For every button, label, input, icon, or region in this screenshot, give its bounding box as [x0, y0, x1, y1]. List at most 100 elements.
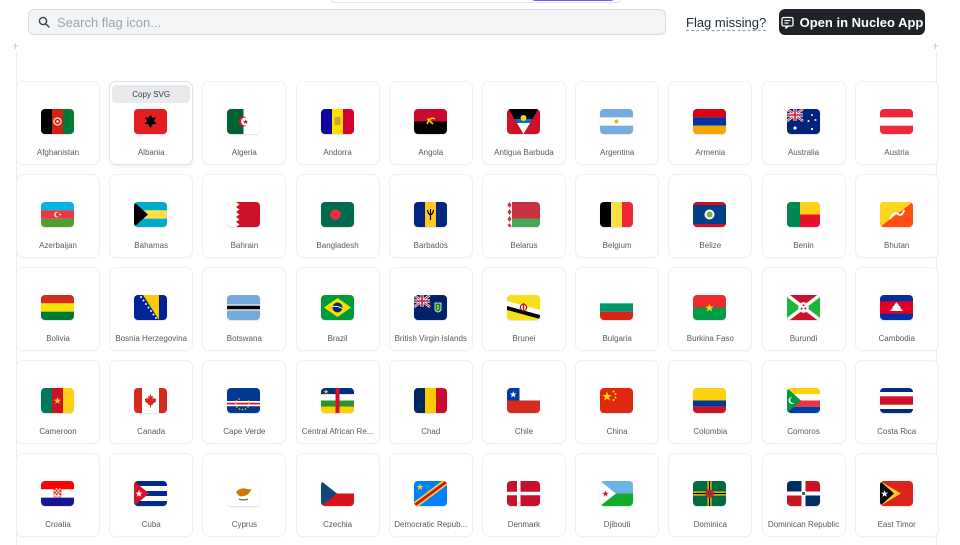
- flag-grid: Afghanistan Copy SVG Albania Algeria Andorra…: [17, 82, 938, 536]
- flag-name: Afghanistan: [36, 148, 80, 157]
- flag-card[interactable]: Botswana: [203, 268, 286, 350]
- flag-name: Belize: [699, 241, 722, 250]
- flag-name: Barbados: [413, 241, 448, 250]
- bangladesh-flag-icon: [320, 202, 354, 227]
- flag-card[interactable]: Denmark: [482, 454, 565, 536]
- croatia-flag-icon: [41, 481, 74, 506]
- flag-card[interactable]: Comoros: [762, 361, 845, 443]
- australia-flag-icon: [786, 109, 820, 134]
- flag-card[interactable]: Dominican Republic: [762, 454, 845, 536]
- flag-name: Djibouti: [603, 520, 631, 529]
- belgium-flag-icon: [600, 202, 634, 227]
- flag-card[interactable]: Armenia: [669, 82, 752, 164]
- flag-name: China: [606, 427, 628, 436]
- flag-card[interactable]: Canada: [110, 361, 193, 443]
- top-toolbar-accent[interactable]: [531, 0, 615, 1]
- east-timor-flag-icon: [879, 481, 913, 506]
- colombia-flag-icon: [693, 388, 727, 413]
- austria-flag-icon: [879, 109, 913, 134]
- flag-card[interactable]: Azerbaijan: [17, 175, 99, 257]
- flag-card[interactable]: Australia: [762, 82, 845, 164]
- flag-name: Angola: [418, 148, 444, 157]
- flag-card[interactable]: Brunei: [482, 268, 565, 350]
- flag-card[interactable]: Bosnia Herzegovina: [110, 268, 193, 350]
- flag-card[interactable]: Afghanistan: [17, 82, 99, 164]
- flag-name: Andorra: [323, 148, 352, 157]
- flag-card[interactable]: Antigua Barbuda: [482, 82, 565, 164]
- top-toolbar-edge[interactable]: [330, 0, 622, 3]
- flag-card[interactable]: Chile: [482, 361, 565, 443]
- flag-card[interactable]: Cyprus: [203, 454, 286, 536]
- flag-card[interactable]: Barbados: [389, 175, 472, 257]
- flag-card[interactable]: Central African Re...: [296, 361, 379, 443]
- flag-card[interactable]: Cuba: [110, 454, 193, 536]
- flag-name: Bulgaria: [602, 334, 632, 343]
- flag-card[interactable]: Benin: [762, 175, 845, 257]
- flag-card[interactable]: Burundi: [762, 268, 845, 350]
- flag-card[interactable]: Colombia: [669, 361, 752, 443]
- flag-card[interactable]: Cambodia: [855, 268, 938, 350]
- flag-card[interactable]: Belarus: [482, 175, 565, 257]
- flag-card[interactable]: Bangladesh: [296, 175, 379, 257]
- flag-card[interactable]: Angola: [389, 82, 472, 164]
- flag-card[interactable]: Dominica: [669, 454, 752, 536]
- flag-card[interactable]: Brazil: [296, 268, 379, 350]
- flag-name: Australia: [787, 148, 820, 157]
- flag-card[interactable]: Bolivia: [17, 268, 99, 350]
- flag-card[interactable]: Burkina Faso: [669, 268, 752, 350]
- flag-card[interactable]: China: [576, 361, 659, 443]
- flag-name: Dominica: [693, 520, 727, 529]
- flag-card[interactable]: Bahamas: [110, 175, 193, 257]
- argentina-flag-icon: [600, 109, 634, 134]
- flag-card[interactable]: British Virgin Islands: [389, 268, 472, 350]
- flag-card[interactable]: Bulgaria: [576, 268, 659, 350]
- flag-name: Dominican Republic: [767, 520, 840, 529]
- algeria-flag-icon: [227, 109, 261, 134]
- belarus-flag-icon: [506, 202, 540, 227]
- flag-card[interactable]: Austria: [855, 82, 938, 164]
- flag-card[interactable]: Croatia: [17, 454, 99, 536]
- cuba-flag-icon: [134, 481, 168, 506]
- open-in-nucleo-button[interactable]: Open in Nucleo App: [779, 9, 925, 35]
- top-bar: Flag missing? Open in Nucleo App: [0, 0, 960, 46]
- brazil-flag-icon: [320, 295, 354, 320]
- flag-name: Albania: [137, 148, 165, 157]
- burundi-flag-icon: [786, 295, 820, 320]
- flag-card[interactable]: Czechia: [296, 454, 379, 536]
- flag-name: Croatia: [45, 520, 71, 529]
- flag-card[interactable]: Chad: [389, 361, 472, 443]
- flag-card[interactable]: Algeria: [203, 82, 286, 164]
- comoros-flag-icon: [786, 388, 820, 413]
- flag-name: Belarus: [510, 241, 538, 250]
- flag-card[interactable]: Cape Verde: [203, 361, 286, 443]
- british-virgin-islands-flag-icon: [413, 295, 447, 320]
- flag-card[interactable]: Argentina: [576, 82, 659, 164]
- flag-name: Bahrain: [230, 241, 259, 250]
- search-input[interactable]: [57, 14, 637, 30]
- flag-card[interactable]: Costa Rica: [855, 361, 938, 443]
- search-box[interactable]: [28, 9, 666, 35]
- armenia-flag-icon: [693, 109, 727, 134]
- botswana-flag-icon: [227, 295, 261, 320]
- flag-name: Canada: [137, 427, 166, 436]
- flag-card[interactable]: Democratic Repub...: [389, 454, 472, 536]
- flag-name: Cameroon: [39, 427, 77, 436]
- flag-card[interactable]: Bahrain: [203, 175, 286, 257]
- flag-card[interactable]: Copy SVG Albania: [110, 82, 193, 164]
- flag-card[interactable]: Bhutan: [855, 175, 938, 257]
- flag-card[interactable]: Djibouti: [576, 454, 659, 536]
- czechia-flag-icon: [320, 481, 354, 506]
- flag-missing-link[interactable]: Flag missing?: [686, 15, 766, 30]
- flag-name: Armenia: [695, 148, 726, 157]
- flag-name: Bolivia: [46, 334, 70, 343]
- flag-card[interactable]: East Timor: [855, 454, 938, 536]
- flag-card[interactable]: Cameroon: [17, 361, 99, 443]
- copy-svg-tooltip[interactable]: Copy SVG: [112, 85, 191, 103]
- flag-card[interactable]: Belgium: [576, 175, 659, 257]
- flag-name: Cambodia: [878, 334, 915, 343]
- flag-name: Botswana: [226, 334, 262, 343]
- flag-card[interactable]: Andorra: [296, 82, 379, 164]
- flag-card[interactable]: Belize: [669, 175, 752, 257]
- flag-name: Chad: [421, 427, 441, 436]
- flag-name: Bosnia Herzegovina: [115, 334, 187, 343]
